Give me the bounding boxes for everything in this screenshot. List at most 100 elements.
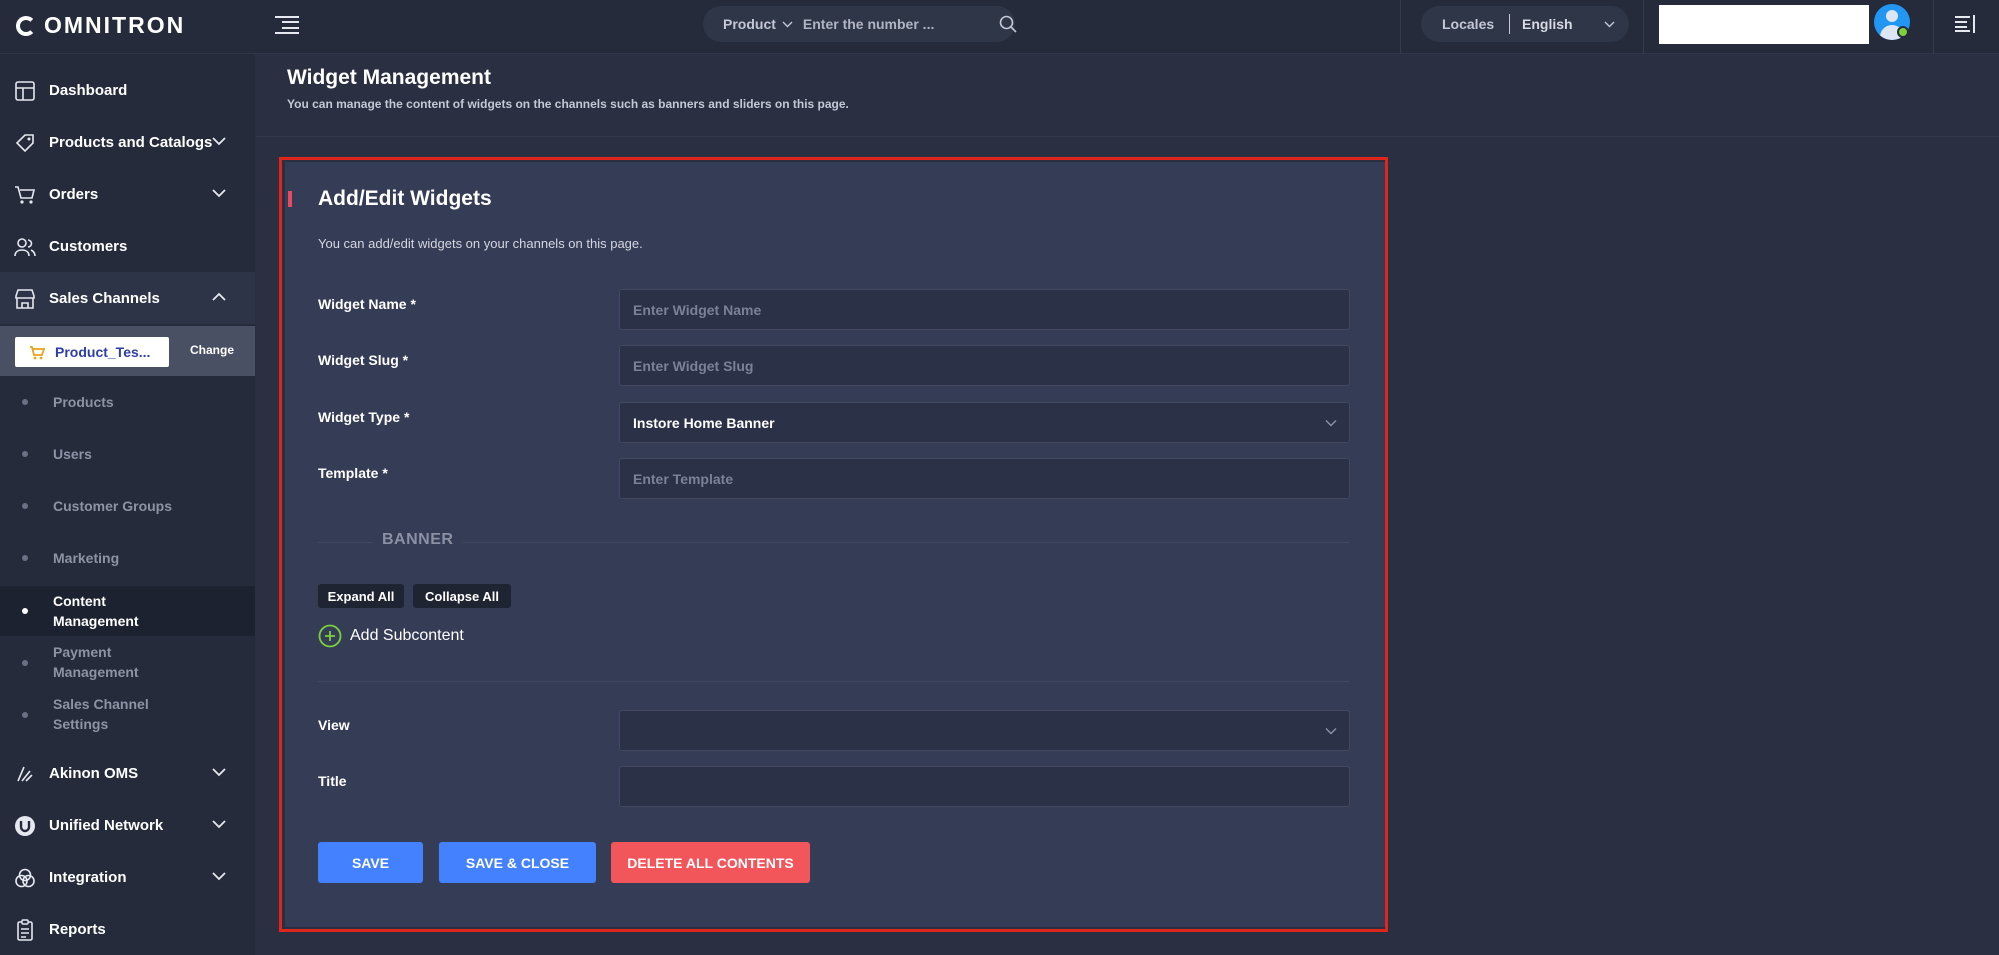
- channel-name: Product_Tes...: [55, 344, 151, 360]
- sidebar-item-akinon-oms[interactable]: Akinon OMS: [0, 747, 255, 799]
- sidebar-item-sales-channels[interactable]: Sales Channels: [0, 272, 255, 324]
- template-label: Template *: [318, 465, 388, 481]
- topbar-separator: [1933, 0, 1934, 54]
- section-divider: [318, 681, 1349, 682]
- locale-divider: [1509, 14, 1510, 34]
- locales-label: Locales: [1442, 16, 1495, 32]
- sidebar-subitem-products[interactable]: Products: [0, 376, 255, 428]
- search-input[interactable]: [792, 16, 999, 32]
- widget-slug-input[interactable]: [620, 346, 1349, 385]
- channel-selector[interactable]: Product_Tes...: [15, 337, 169, 367]
- sidebar-subitem-marketing[interactable]: Marketing: [0, 532, 255, 584]
- online-status-icon: [1897, 26, 1909, 38]
- chevron-down-icon: [212, 137, 226, 146]
- save-button[interactable]: SAVE: [318, 842, 423, 883]
- add-subcontent-label: Add Subcontent: [350, 627, 464, 644]
- sidebar-item-label: Akinon OMS: [49, 764, 139, 782]
- chevron-up-icon: [212, 292, 226, 301]
- card-title: Add/Edit Widgets: [318, 187, 492, 210]
- chevron-down-icon: [212, 872, 226, 881]
- topbar-separator: [1643, 0, 1644, 54]
- dashboard-icon: [15, 81, 35, 101]
- locale-select[interactable]: Locales English: [1421, 6, 1629, 42]
- sidebar: Dashboard Products and Catalogs Orders C…: [0, 54, 255, 955]
- sidebar-item-label: Reports: [49, 920, 106, 938]
- widget-name-input[interactable]: [620, 290, 1349, 329]
- sidebar-item-customers[interactable]: Customers: [0, 220, 255, 272]
- global-search: Product: [703, 6, 1017, 42]
- collapse-all-button[interactable]: Collapse All: [413, 584, 511, 608]
- banner-section-label: BANNER: [372, 531, 464, 549]
- sidebar-item-products-and-catalogs[interactable]: Products and Catalogs: [0, 116, 255, 168]
- save-and-close-button[interactable]: SAVE & CLOSE: [439, 842, 596, 883]
- sidebar-item-orders[interactable]: Orders: [0, 168, 255, 220]
- widget-type-value: Instore Home Banner: [633, 414, 775, 431]
- sidebar-item-label: Products and Catalogs: [49, 133, 213, 151]
- selected-channel-row: Product_Tes... Change: [0, 326, 255, 376]
- logo[interactable]: OMNITRON: [16, 12, 185, 39]
- search-category-select[interactable]: Product: [703, 16, 793, 32]
- search-category-label: Product: [723, 16, 776, 32]
- title-label: Title: [318, 773, 347, 789]
- tag-icon: [15, 134, 34, 153]
- sidebar-item-unified-network[interactable]: Unified Network: [0, 799, 255, 851]
- sidebar-item-label: Sales Channels: [49, 289, 160, 307]
- logo-text: OMNITRON: [44, 12, 186, 38]
- widget-name-field-wrapper: [619, 289, 1350, 330]
- sidebar-item-integration[interactable]: Integration: [0, 851, 255, 903]
- view-select[interactable]: [619, 710, 1350, 751]
- sidebar-subitem-label: Users: [53, 446, 92, 462]
- chevron-down-icon: [1325, 727, 1337, 734]
- sidebar-item-reports[interactable]: Reports: [0, 903, 255, 955]
- sidebar-toggle-icon[interactable]: [275, 13, 299, 37]
- network-icon: [15, 816, 35, 836]
- title-field-wrapper: [619, 766, 1350, 807]
- locale-value: English: [1522, 16, 1573, 32]
- bullet-icon: [22, 503, 28, 509]
- widget-type-select[interactable]: Instore Home Banner: [619, 402, 1350, 443]
- right-panel-toggle-icon[interactable]: [1955, 15, 1977, 33]
- sidebar-subitem-label: Content Management: [53, 593, 139, 629]
- logo-mark-icon: [16, 15, 36, 36]
- page-description: You can manage the content of widgets on…: [287, 97, 849, 111]
- oms-icon: [17, 766, 33, 782]
- sidebar-subitem-label: Products: [53, 394, 114, 410]
- sidebar-subitem-users[interactable]: Users: [0, 428, 255, 480]
- shopping-cart-icon: [30, 345, 45, 359]
- bullet-icon: [22, 451, 28, 457]
- widget-name-label: Widget Name *: [318, 296, 416, 312]
- sidebar-subitem-customer-groups[interactable]: Customer Groups: [0, 480, 255, 532]
- reports-icon: [17, 919, 33, 941]
- change-channel-button[interactable]: Change: [190, 343, 234, 357]
- expand-all-button[interactable]: Expand All: [318, 584, 404, 608]
- chevron-down-icon: [212, 768, 226, 777]
- bullet-icon: [22, 608, 28, 614]
- sidebar-subitem-content-management[interactable]: Content Management: [0, 586, 255, 636]
- sidebar-item-label: Unified Network: [49, 816, 164, 834]
- bullet-icon: [22, 555, 28, 561]
- search-icon[interactable]: [999, 6, 1017, 42]
- chevron-down-icon: [782, 21, 793, 27]
- store-icon: [15, 289, 35, 309]
- chevron-down-icon: [1325, 419, 1337, 426]
- widget-slug-field-wrapper: [619, 345, 1350, 386]
- sidebar-item-label: Dashboard: [49, 81, 128, 99]
- add-subcontent-button[interactable]: Add Subcontent: [318, 624, 464, 648]
- sidebar-item-label: Integration: [49, 868, 127, 886]
- sidebar-item-dashboard[interactable]: Dashboard: [0, 64, 255, 116]
- chevron-down-icon: [1604, 21, 1615, 27]
- delete-all-contents-button[interactable]: DELETE ALL CONTENTS: [611, 842, 810, 883]
- cart-icon: [15, 186, 36, 204]
- sidebar-subitem-sales-channel-settings[interactable]: Sales Channel Settings: [0, 688, 255, 740]
- sidebar-subitem-label: Marketing: [53, 550, 120, 566]
- sidebar-subitem-payment-management[interactable]: Payment Management: [0, 636, 255, 688]
- chevron-down-icon: [212, 189, 226, 198]
- title-input[interactable]: [620, 767, 1349, 806]
- bullet-icon: [22, 712, 28, 718]
- banner-divider: [318, 542, 1349, 543]
- card-description: You can add/edit widgets on your channel…: [318, 236, 643, 251]
- template-input[interactable]: [620, 459, 1349, 498]
- view-label: View: [318, 717, 350, 733]
- widget-type-label: Widget Type *: [318, 409, 410, 425]
- integration-icon: [15, 868, 35, 888]
